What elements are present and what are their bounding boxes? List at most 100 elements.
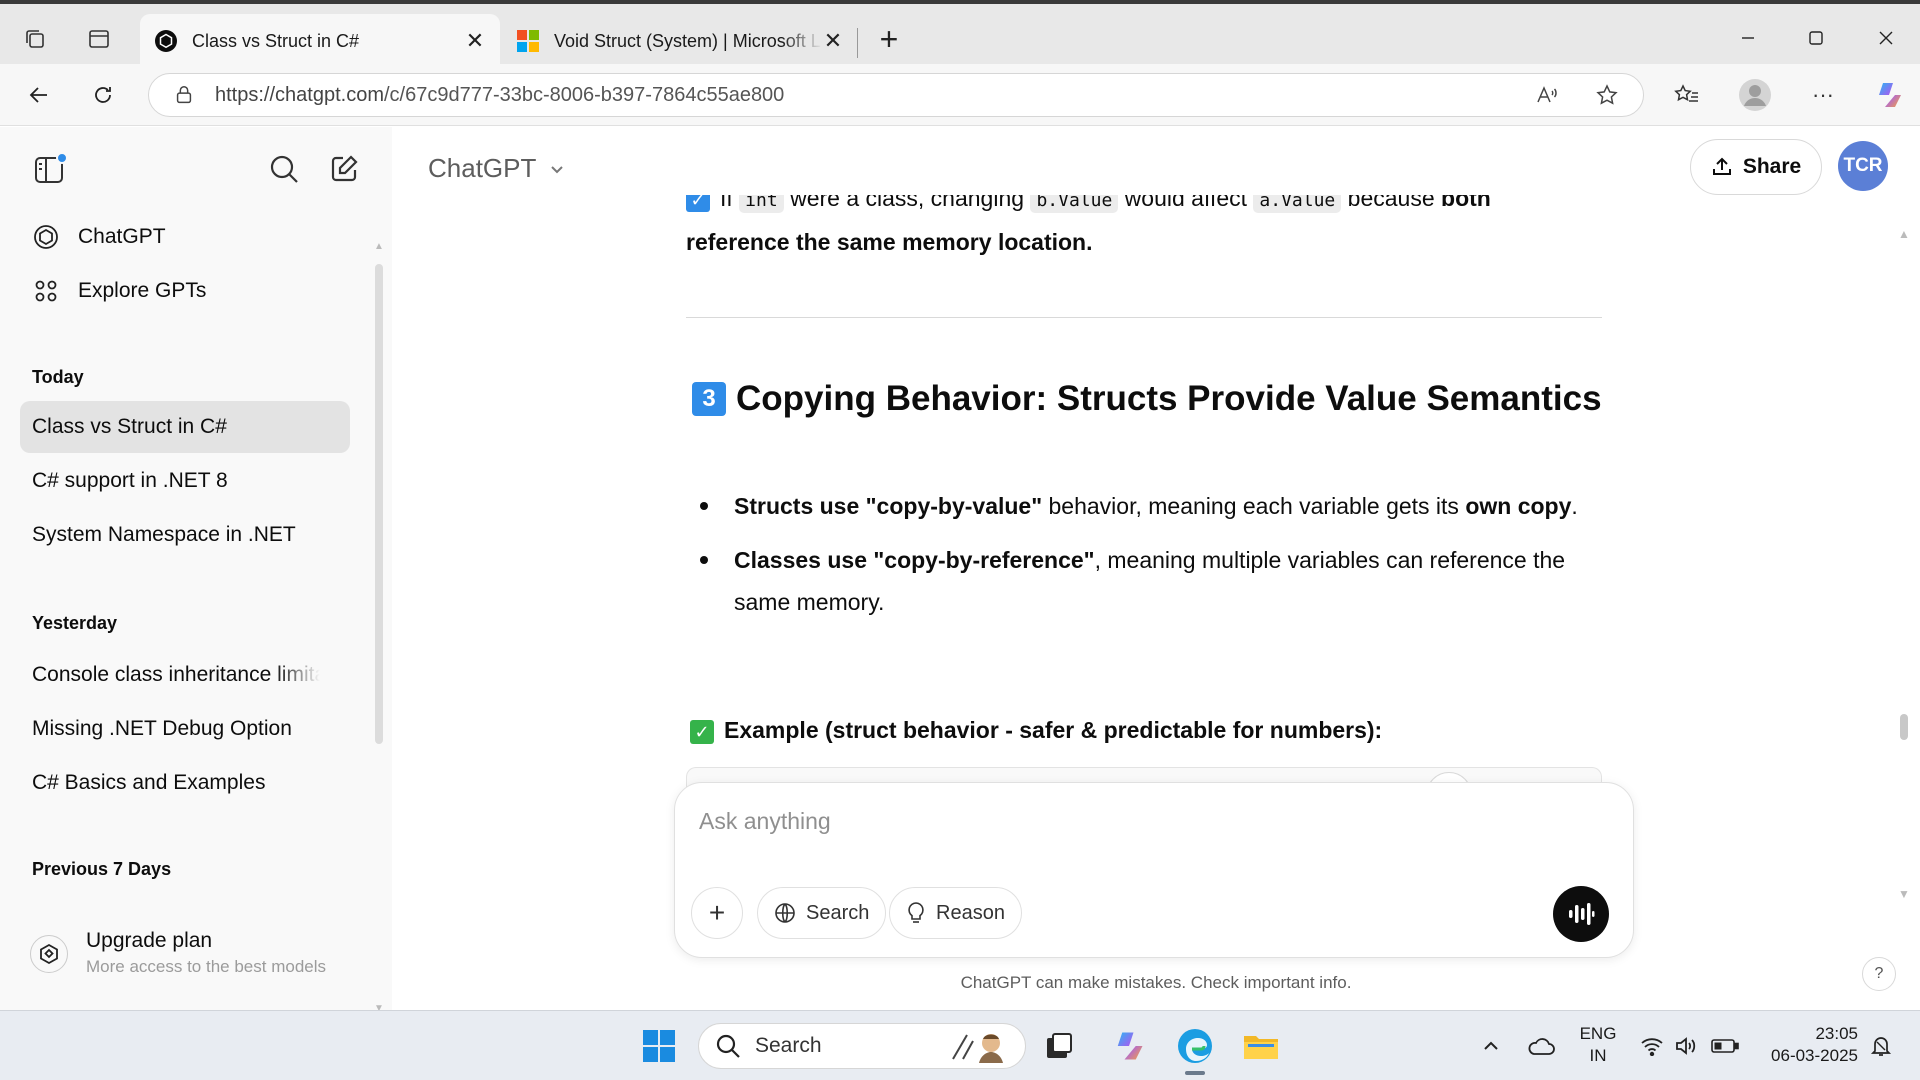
scroll-up-arrow-icon[interactable]: ▲ — [373, 242, 385, 252]
text-span: were a class, changing — [783, 195, 1031, 211]
system-clock[interactable]: 23:05 06-03-2025 — [1748, 1023, 1858, 1067]
example-heading: ✓ Example (struct behavior - safer & pred… — [690, 717, 1382, 744]
back-arrow-icon[interactable] — [22, 78, 56, 112]
language-indicator[interactable]: ENG IN — [1572, 1023, 1624, 1067]
wifi-icon[interactable] — [1638, 1025, 1666, 1067]
url-path: /c/67c9d777-33bc-8006-b397-7864c55ae800 — [383, 83, 785, 106]
scroll-up-arrow-icon[interactable]: ▲ — [1898, 227, 1910, 241]
grid-icon — [32, 277, 60, 305]
new-tab-icon[interactable]: + — [872, 23, 906, 58]
favorites-list-icon[interactable] — [1670, 78, 1704, 112]
sidebar-item-chat[interactable]: C# Basics and Examples — [20, 757, 350, 809]
share-label: Share — [1742, 155, 1802, 178]
copilot-app-icon[interactable] — [1108, 1025, 1150, 1067]
clock-date: 06-03-2025 — [1771, 1046, 1858, 1065]
active-app-indicator — [1185, 1071, 1205, 1075]
battery-icon[interactable] — [1710, 1025, 1740, 1067]
attach-plus-button[interactable]: + — [691, 887, 743, 939]
search-icon[interactable] — [266, 151, 302, 187]
chatgpt-favicon-icon — [155, 30, 177, 52]
bold-text: reference the same memory location. — [686, 229, 1093, 255]
minimize-icon[interactable] — [1728, 22, 1768, 54]
tab-actions-icon[interactable] — [86, 26, 112, 52]
upgrade-plan-button[interactable]: Upgrade plan More access to the best mod… — [30, 929, 370, 993]
url-host: https://chatgpt.com — [215, 83, 384, 106]
new-chat-icon[interactable] — [326, 151, 362, 187]
windows-start-icon[interactable] — [638, 1025, 680, 1067]
volume-icon[interactable] — [1672, 1025, 1700, 1067]
close-window-icon[interactable] — [1866, 22, 1906, 54]
share-button[interactable]: Share — [1690, 139, 1822, 195]
text-span: because — [1341, 195, 1442, 211]
avatar[interactable]: TCR — [1838, 141, 1888, 191]
message-line: ✓ If int were a class, changing b.Value w… — [686, 195, 1491, 213]
sidebar-item-chat[interactable]: C# support in .NET 8 — [20, 455, 350, 507]
reason-button-label: Reason — [936, 901, 1005, 924]
model-selector[interactable]: ChatGPT — [428, 153, 566, 184]
taskbar-search[interactable]: Search — [698, 1023, 1026, 1069]
bold-text: Structs use "copy-by-value" — [734, 493, 1043, 519]
tab-microsoft-learn[interactable]: Void Struct (System) | Microsoft Learn ✕ — [502, 14, 858, 68]
sidebar-item-chat[interactable]: Console class inheritance limitations — [20, 649, 320, 701]
number-badge-icon: 3 — [692, 382, 726, 416]
bullet-list: Structs use "copy-by-value" behavior, me… — [686, 485, 1602, 635]
read-aloud-icon[interactable] — [1530, 78, 1564, 112]
voice-mode-button[interactable] — [1553, 886, 1609, 942]
share-upload-icon — [1712, 157, 1731, 175]
close-tab-icon[interactable]: ✕ — [464, 28, 486, 53]
scrollbar-thumb[interactable] — [375, 264, 383, 744]
onedrive-cloud-icon[interactable] — [1524, 1025, 1558, 1067]
bold-text: own copy — [1465, 493, 1572, 519]
region-code: IN — [1589, 1046, 1607, 1065]
help-button[interactable]: ? — [1862, 957, 1896, 991]
task-view-icon[interactable] — [1038, 1025, 1080, 1067]
notifications-bell-icon[interactable] — [1866, 1025, 1896, 1067]
workspaces-icon[interactable] — [22, 26, 48, 52]
scroll-down-arrow-icon[interactable]: ▼ — [1898, 887, 1910, 901]
show-hidden-icons-chevron-up-icon[interactable] — [1478, 1025, 1504, 1067]
sidebar-item-explore-gpts[interactable]: Explore GPTs — [20, 265, 350, 317]
search-icon — [716, 1034, 740, 1058]
lock-icon[interactable] — [173, 84, 195, 106]
text-span: . — [1571, 493, 1578, 519]
tab-chatgpt[interactable]: Class vs Struct in C# ✕ — [140, 14, 500, 68]
search-button[interactable]: Search — [757, 887, 887, 939]
section-heading-today: Today — [32, 367, 84, 387]
copilot-icon[interactable] — [1872, 78, 1906, 112]
prompt-input[interactable] — [699, 801, 1579, 841]
check-icon: ✓ — [690, 719, 714, 744]
sidebar: ChatGPT Explore GPTs Today Class vs Stru… — [0, 127, 392, 1014]
browser-tab-bar: Class vs Struct in C# ✕ Void Struct (Sys… — [0, 0, 1920, 68]
section-heading-previous-7-days: Previous 7 Days — [32, 859, 172, 879]
chat-main: ChatGPT Share TCR ✓ If int were a class, … — [392, 127, 1920, 1010]
close-tab-icon[interactable]: ✕ — [822, 28, 844, 53]
file-explorer-icon[interactable] — [1240, 1025, 1282, 1067]
sidebar-item-chat[interactable]: System Namespace in .NET — [20, 509, 350, 561]
address-bar[interactable]: https://chatgpt.com/c/67c9d777-33bc-8006… — [148, 73, 1644, 117]
favorite-star-icon[interactable] — [1590, 78, 1624, 112]
voice-waveform-icon — [1569, 903, 1595, 925]
bold-text: Classes use "copy-by-reference" — [734, 547, 1095, 573]
reason-button[interactable]: Reason — [889, 887, 1022, 939]
edge-browser-icon[interactable] — [1174, 1025, 1216, 1067]
maximize-icon[interactable] — [1796, 22, 1836, 54]
upgrade-title: Upgrade plan — [86, 929, 213, 952]
lightbulb-icon — [908, 902, 924, 923]
sidebar-item-chat[interactable]: Missing .NET Debug Option — [20, 703, 350, 755]
inline-code: b.Value — [1030, 195, 1119, 213]
main-scrollbar[interactable]: ▲ ▼ — [1896, 227, 1912, 907]
text-span: behavior, meaning each variable gets its — [1042, 493, 1466, 519]
profile-icon[interactable] — [1738, 78, 1772, 112]
sidebar-item-chat[interactable]: Class vs Struct in C# — [20, 401, 350, 453]
scrollbar-thumb[interactable] — [1900, 714, 1908, 740]
microsoft-favicon-icon — [517, 30, 539, 52]
sidebar-scrollbar[interactable]: ▲ ▼ — [373, 242, 385, 1014]
address-toolbar: https://chatgpt.com/c/67c9d777-33bc-8006… — [0, 64, 1920, 126]
toggle-sidebar-icon[interactable] — [32, 151, 68, 187]
message-composer: + Search Reason — [674, 782, 1634, 958]
sidebar-item-chatgpt[interactable]: ChatGPT — [20, 211, 350, 263]
more-options-icon[interactable]: ··· — [1806, 78, 1840, 112]
section-heading-yesterday: Yesterday — [32, 613, 118, 633]
refresh-icon[interactable] — [86, 78, 120, 112]
text-span: would affect — [1118, 195, 1254, 211]
